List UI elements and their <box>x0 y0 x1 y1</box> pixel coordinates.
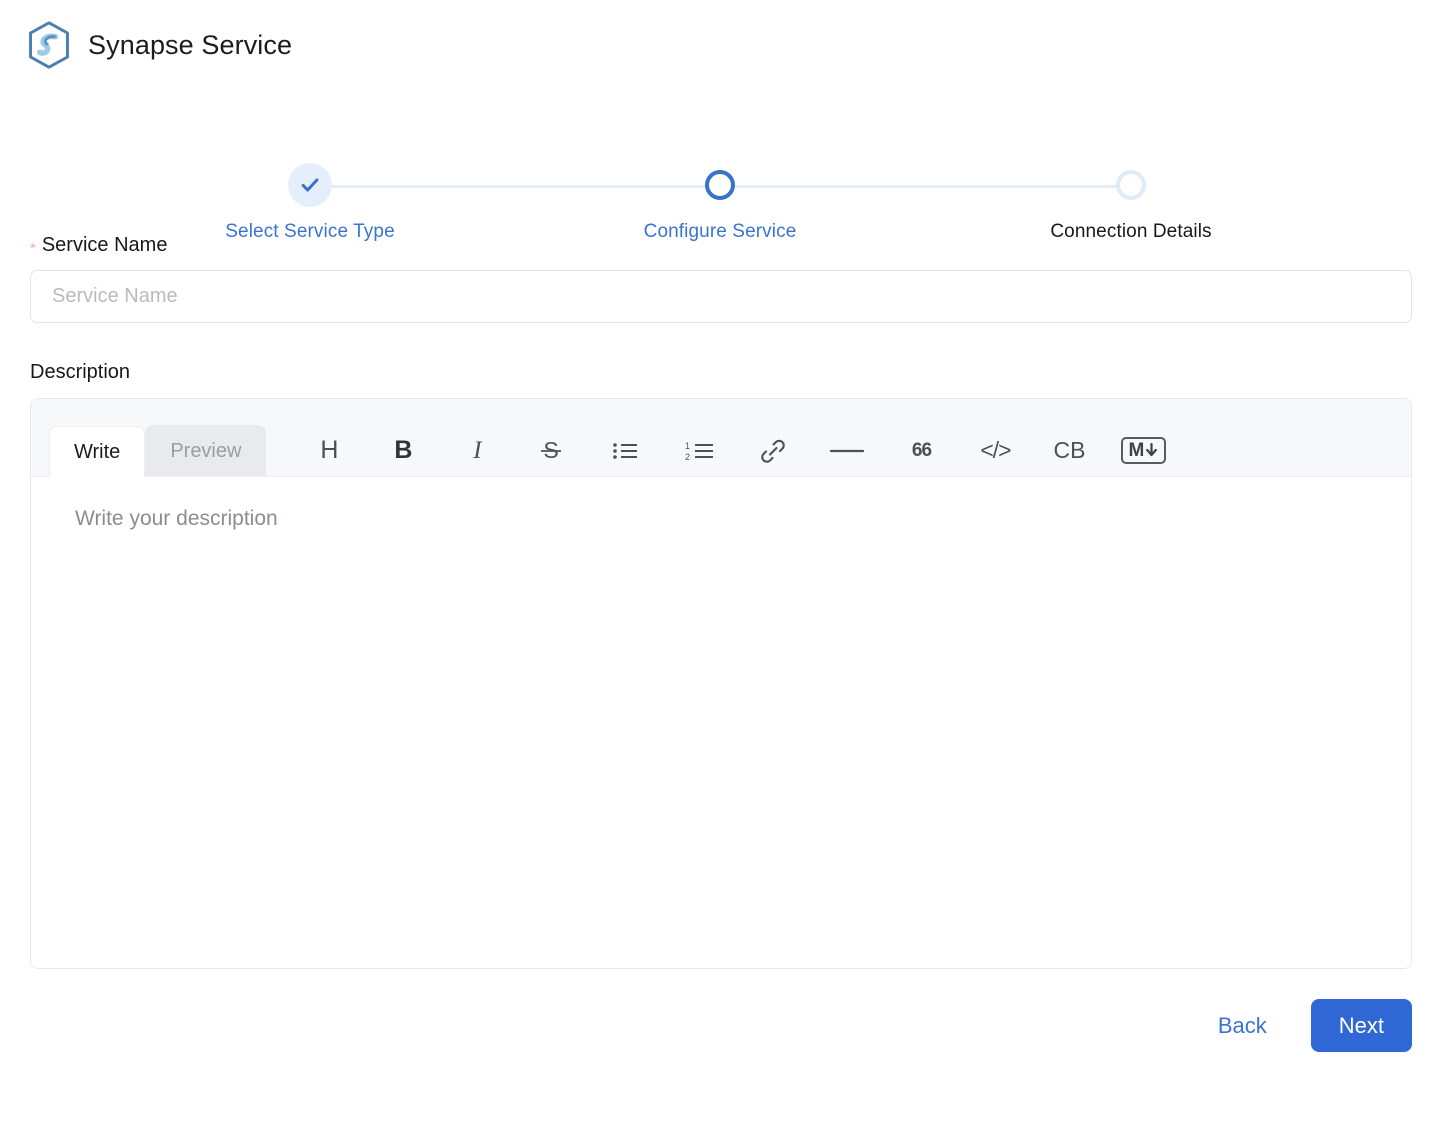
stepper-step-connection-details[interactable]: Connection Details <box>1011 162 1251 243</box>
configure-service-form: * Service Name Description Write Preview… <box>0 234 1442 969</box>
stepper-label-1: Select Service Type <box>190 222 430 243</box>
link-icon[interactable] <box>736 427 810 475</box>
back-button[interactable]: Back <box>1214 1005 1271 1047</box>
formatting-tools: H B I S <box>292 425 1180 476</box>
page-title: Synapse Service <box>88 32 292 59</box>
step-indicator-active <box>697 162 743 208</box>
stepper-label-2: Configure Service <box>600 222 840 243</box>
circle-icon-active <box>705 170 735 200</box>
code-block-glyph: CB <box>1053 439 1085 462</box>
step-indicator-completed <box>287 162 333 208</box>
markdown-badge: M <box>1121 437 1167 464</box>
synapse-hexagon-logo-icon <box>26 21 72 69</box>
svg-text:2: 2 <box>685 452 690 462</box>
markdown-badge-letter: M <box>1129 441 1145 460</box>
stepper-step-select-service-type[interactable]: Select Service Type <box>190 162 430 243</box>
required-asterisk: * <box>30 241 36 256</box>
editor-tabs: Write Preview <box>49 399 266 476</box>
italic-glyph: I <box>473 438 481 463</box>
bulleted-list-icon[interactable] <box>588 427 662 475</box>
italic-icon[interactable]: I <box>440 427 514 475</box>
description-label: Description <box>30 361 1412 384</box>
service-name-label-text: Service Name <box>42 234 168 257</box>
tab-write[interactable]: Write <box>49 426 145 477</box>
bold-glyph: B <box>394 438 412 463</box>
description-textarea[interactable]: Write your description <box>31 477 1411 968</box>
bold-icon[interactable]: B <box>366 427 440 475</box>
description-placeholder: Write your description <box>75 505 1367 532</box>
markdown-guide-icon[interactable]: M <box>1106 427 1180 475</box>
circle-icon-todo <box>1116 170 1146 200</box>
code-block-icon[interactable]: CB <box>1032 427 1106 475</box>
markdown-editor: Write Preview H B I S <box>30 398 1412 969</box>
wizard-stepper: Select Service Type Configure Service Co… <box>0 84 1442 194</box>
wizard-footer: Back Next <box>0 969 1442 1052</box>
next-button[interactable]: Next <box>1311 999 1412 1052</box>
svg-text:S: S <box>544 437 559 463</box>
check-icon <box>288 163 332 207</box>
service-wizard-page: Synapse Service Select Service Type Conf… <box>0 0 1442 1146</box>
stepper-label-3: Connection Details <box>1011 222 1251 243</box>
strikethrough-icon[interactable]: S <box>514 427 588 475</box>
step-indicator-todo <box>1108 162 1154 208</box>
arrow-down-icon <box>1145 443 1158 458</box>
markdown-toolbar: Write Preview H B I S <box>31 399 1411 477</box>
inline-code-icon[interactable]: </> <box>958 427 1032 475</box>
service-name-input[interactable] <box>30 270 1412 323</box>
heading-glyph: H <box>320 438 338 463</box>
svg-text:1: 1 <box>685 441 690 451</box>
numbered-list-icon[interactable]: 1 2 <box>662 427 736 475</box>
inline-code-glyph: </> <box>980 439 1010 462</box>
blockquote-icon[interactable]: 66 <box>884 427 958 475</box>
tab-preview[interactable]: Preview <box>145 425 266 476</box>
horizontal-rule-icon[interactable] <box>810 427 884 475</box>
heading-icon[interactable]: H <box>292 427 366 475</box>
stepper-step-configure-service[interactable]: Configure Service <box>600 162 840 243</box>
app-header: Synapse Service <box>0 0 1442 72</box>
blockquote-glyph: 66 <box>912 441 931 460</box>
